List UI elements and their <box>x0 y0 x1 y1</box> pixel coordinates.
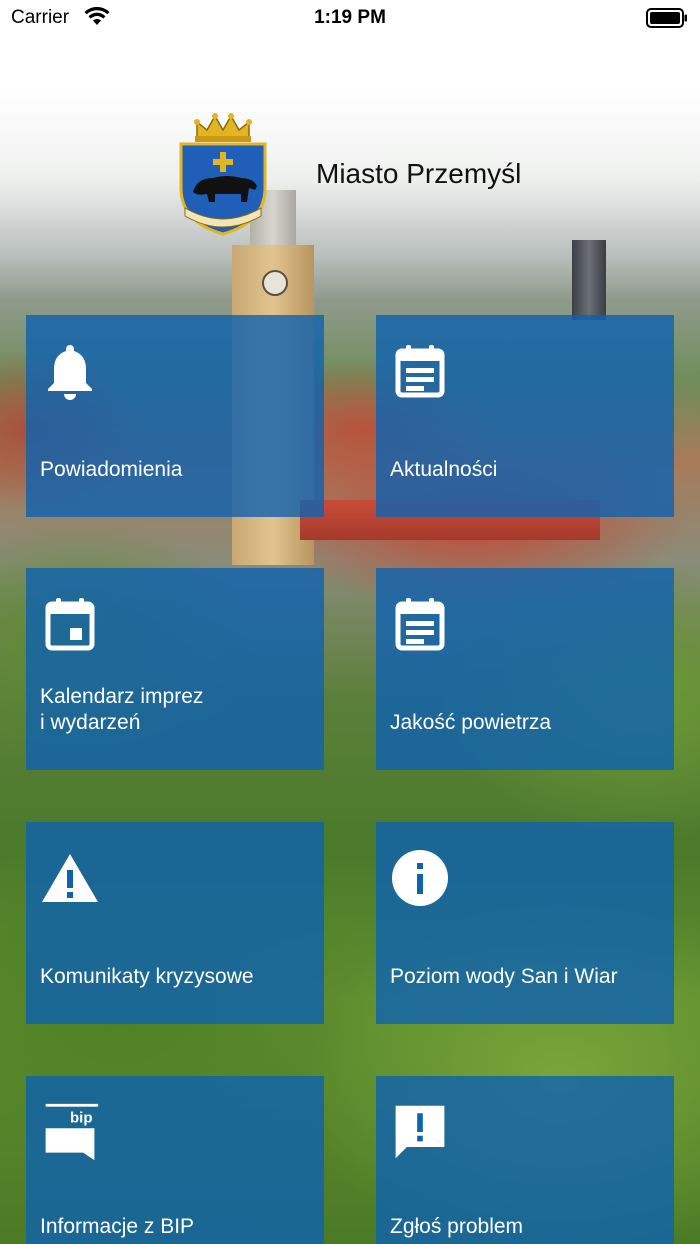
page-title: Miasto Przemyśl <box>316 158 522 189</box>
tile-label: Jakość powietrza <box>390 711 552 734</box>
tile-notifications[interactable]: Powiadomienia <box>26 315 324 517</box>
coat-of-arms-logo <box>179 113 267 236</box>
tile-bip-info[interactable]: bip Informacje z BIP <box>26 1076 324 1244</box>
tile-crisis-alerts[interactable]: Komunikaty kryzysowe <box>26 822 324 1024</box>
tile-water-level[interactable]: Poziom wody San i Wiar <box>376 822 674 1024</box>
clock-time: 1:19 PM <box>314 7 386 28</box>
tile-events-calendar[interactable]: Kalendarz imprez i wydarzeń <box>26 568 324 770</box>
tile-label: Poziom wody San i Wiar <box>390 965 618 988</box>
news-calendar-icon <box>395 345 445 398</box>
warning-icon <box>42 854 98 902</box>
info-icon <box>392 850 448 906</box>
calendar-event-icon <box>45 598 95 651</box>
tower-clock <box>262 270 288 296</box>
tile-label: Zgłoś problem <box>390 1215 524 1238</box>
tile-report-problem[interactable]: Zgłoś problem <box>376 1076 674 1244</box>
tile-label: Kalendarz imprez i wydarzeń <box>40 685 204 734</box>
status-bar: Carrier 1:19 PM <box>0 0 700 36</box>
app-header: Miasto Przemyśl <box>0 100 700 250</box>
tile-label: Powiadomienia <box>40 458 183 481</box>
tile-label: Komunikaty kryzysowe <box>40 965 254 988</box>
report-problem-icon <box>395 1105 445 1159</box>
battery-icon <box>646 8 687 28</box>
tile-label: Aktualności <box>390 458 498 481</box>
bell-icon <box>48 345 92 400</box>
news-calendar-icon <box>395 598 445 651</box>
dark-tower <box>572 240 606 320</box>
bip-icon: bip <box>45 1103 99 1161</box>
svg-text:bip: bip <box>70 1110 93 1127</box>
tile-news[interactable]: Aktualności <box>376 315 674 517</box>
tile-label: Informacje z BIP <box>40 1215 195 1238</box>
tile-air-quality[interactable]: Jakość powietrza <box>376 568 674 770</box>
